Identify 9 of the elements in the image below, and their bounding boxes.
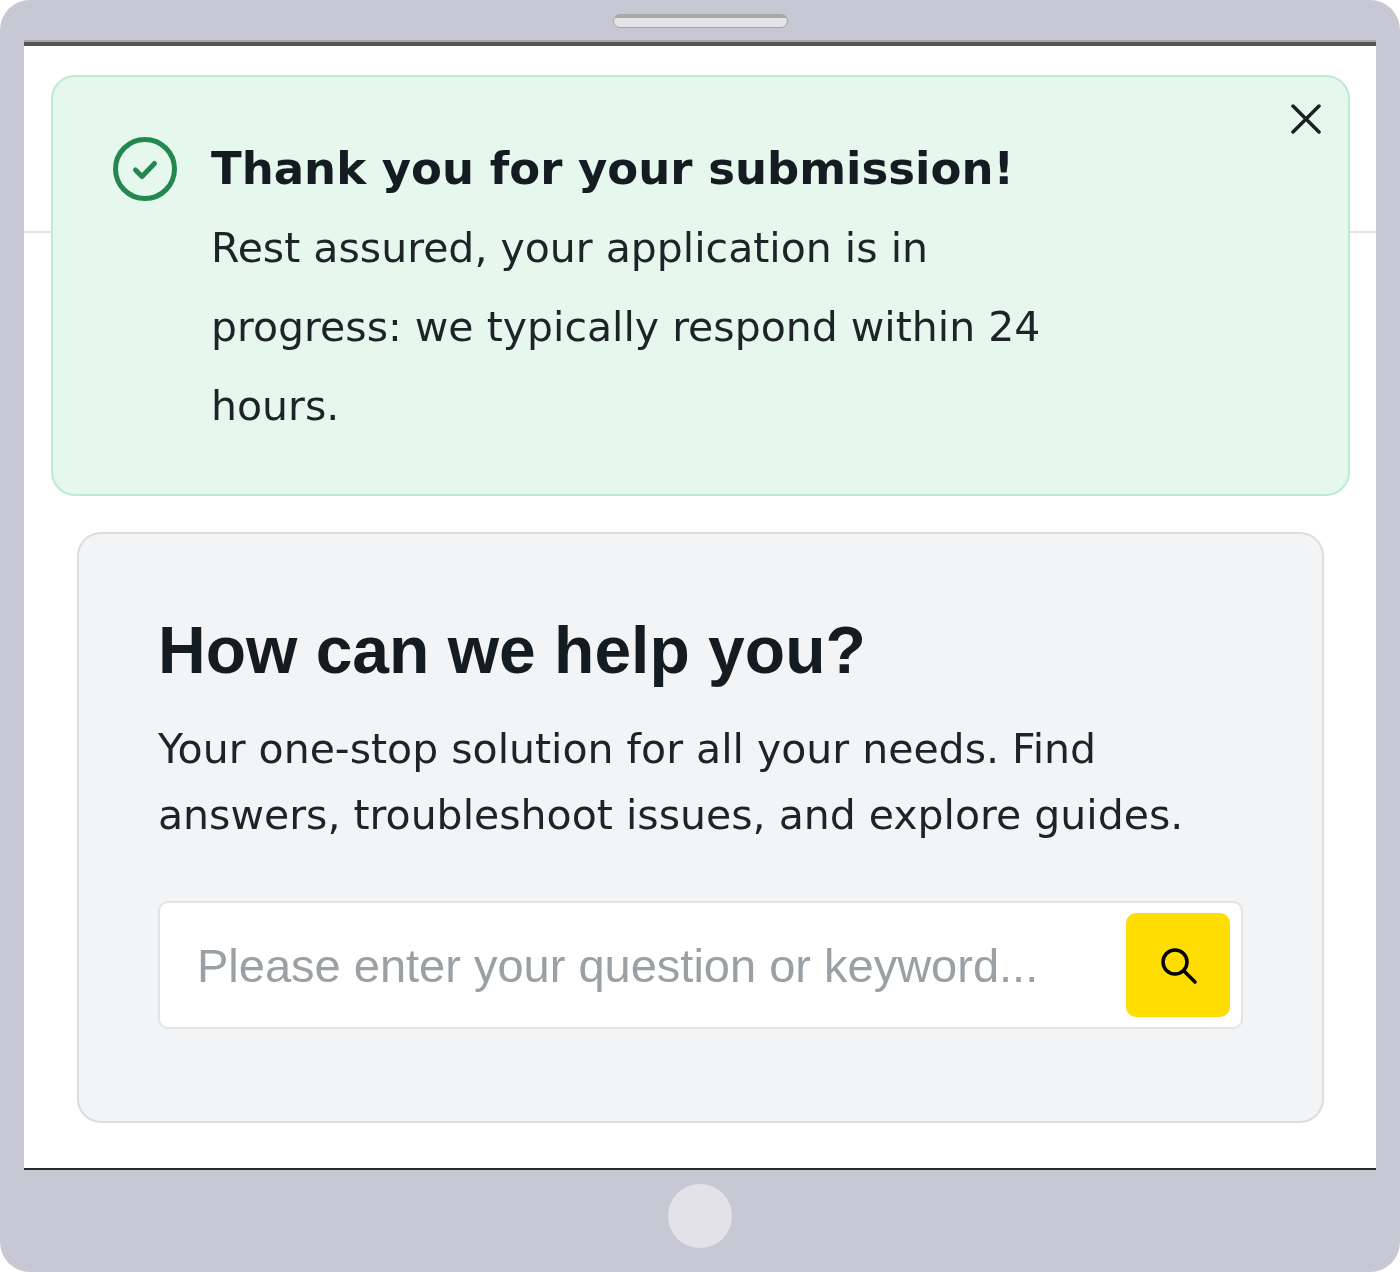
search-icon <box>1158 945 1198 985</box>
help-description: Your one-stop solution for all your needs. Find answers, troubleshoot issues, and explore guides. <box>158 724 1185 841</box>
search-button[interactable] <box>1126 913 1230 1017</box>
close-icon <box>1291 104 1321 134</box>
banner-message: Rest assured, your application is in progress: we typically respond within 24 hours. <box>211 223 1042 432</box>
help-heading: How can we help you? <box>158 612 867 688</box>
banner-title: Thank you for your submission! <box>211 141 1015 197</box>
search-field[interactable]: Please enter your question or keyword... <box>158 901 1243 1029</box>
check-circle-icon <box>113 137 177 201</box>
